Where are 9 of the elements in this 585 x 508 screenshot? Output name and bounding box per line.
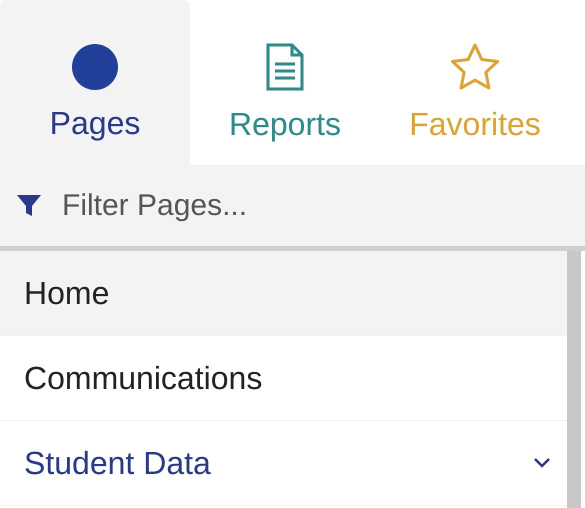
filter-bar[interactable]: Filter Pages... xyxy=(0,165,585,251)
document-icon xyxy=(265,42,305,92)
filter-icon xyxy=(16,192,42,218)
page-item[interactable]: Home xyxy=(0,251,567,336)
scrollbar[interactable] xyxy=(567,251,581,508)
star-icon xyxy=(449,42,501,92)
tab[interactable]: Pages xyxy=(0,0,190,165)
filter-field[interactable]: Filter Pages... xyxy=(62,183,569,228)
circle-icon xyxy=(71,42,119,90)
